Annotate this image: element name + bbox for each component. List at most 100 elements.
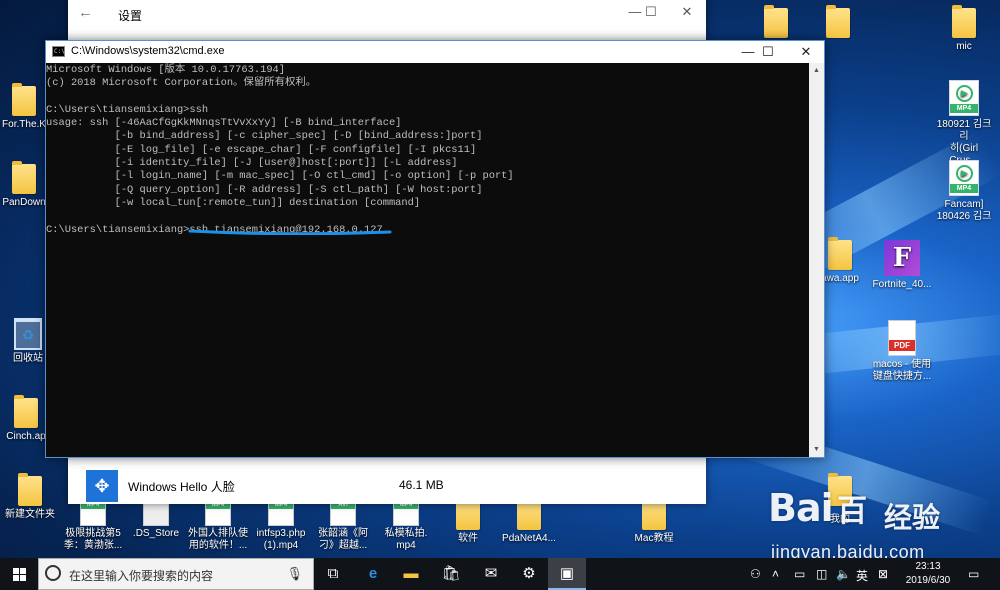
pdf-file-icon: PDF: [888, 320, 916, 356]
desktop-icon-label: mp4: [396, 540, 416, 551]
desktop-icon-video[interactable]: ▶ MP4 Fancam] 180426 김크: [934, 160, 994, 223]
terminal-line: usage: ssh [-46AaCfGgKkMNnqsTtVvXxYy] [-…: [46, 117, 402, 130]
desktop-icon-label: intfsp3.php: [256, 528, 306, 539]
terminal-line: [-i identity_file] [-J [user@]host[:port…: [46, 157, 458, 170]
desktop-icon-label: mic: [956, 41, 972, 52]
desktop-icon-folder[interactable]: 新建文件夹: [0, 473, 60, 521]
desktop-icon-folder[interactable]: 软件: [440, 497, 496, 545]
file-type-tag: MP4: [950, 104, 978, 113]
folder-icon: [952, 5, 976, 38]
installed-app-row[interactable]: ✥ Windows Hello 人脸 46.1 MB: [86, 470, 686, 502]
terminal-line: C:\Users\tiansemixiang>ssh tiansemixiang…: [46, 223, 383, 236]
desktop-icon-video[interactable]: ▶ MP4 180921 김크리 히(Girl Crus...: [934, 80, 994, 167]
desktop-icon-folder[interactable]: PdaNetA4...: [498, 497, 560, 545]
video-file-icon: ▶ MP4: [949, 80, 979, 116]
settings-title: 设置: [118, 9, 143, 23]
store-icon[interactable]: 🛍: [432, 558, 470, 590]
microphone-icon[interactable]: 🎙: [286, 566, 303, 582]
desktop-icon-folder[interactable]: [746, 5, 806, 41]
desktop-icon-fortnite[interactable]: F Fortnite_40...: [872, 240, 932, 291]
terminal-line: [-b bind_address] [-c cipher_spec] [-D […: [46, 130, 483, 143]
back-arrow-icon[interactable]: ←: [78, 4, 93, 21]
terminal-line: (c) 2018 Microsoft Corporation。保留所有权利。: [46, 77, 317, 90]
folder-icon: [18, 473, 42, 506]
edge-icon[interactable]: e: [354, 558, 392, 590]
desktop-icon-label: 键盘快捷方...: [872, 371, 932, 382]
windows-logo-icon: [13, 568, 26, 581]
settings-titlebar: ← 设置 — ☐ ✕: [68, 0, 706, 30]
desktop-icon-pdf[interactable]: PDF macos - 使用 键盘快捷方...: [872, 320, 932, 383]
maximize-button[interactable]: ☐: [636, 4, 666, 20]
desktop-icon-label: PdaNetA4...: [502, 533, 556, 544]
clock-date: 2019/6/30: [905, 575, 951, 586]
desktop-icon-label: (1).mp4: [263, 540, 299, 551]
app-name: Windows Hello 人脸: [128, 480, 235, 494]
battery-icon[interactable]: ▭: [794, 567, 805, 581]
terminal-line: [-E log_file] [-e escape_char] [-F confi…: [46, 143, 477, 156]
puzzle-icon: ✥: [86, 470, 118, 502]
watermark-logo: Bai: [768, 486, 834, 530]
highlight-underline: [188, 229, 392, 235]
desktop-icon-label: 新建文件夹: [5, 509, 55, 520]
folder-icon: [517, 497, 541, 530]
desktop-icon-label: 刁》超越...: [318, 540, 368, 551]
desktop-icon-label: 季：黄渤张...: [63, 540, 123, 551]
tray-chevron-icon[interactable]: ˄: [772, 567, 779, 581]
volume-icon[interactable]: 🔈: [836, 567, 851, 581]
terminal-line: [-w local_tun[:remote_tun]] destination …: [46, 196, 421, 209]
close-button[interactable]: ✕: [786, 43, 826, 61]
search-icon: [45, 565, 61, 581]
desktop-icon-video[interactable]: MP4 私模私拍. mp4: [378, 500, 434, 552]
notification-icon[interactable]: ▭: [968, 567, 979, 581]
folder-icon: [826, 5, 850, 38]
folder-icon: [12, 83, 36, 116]
cmd-titlebar[interactable]: C:\ C:\Windows\system32\cmd.exe — ☐ ✕: [46, 41, 824, 63]
desktop-icon-label: Mac教程: [634, 533, 674, 544]
desktop-icon-video[interactable]: AVI 张韶涵《阿 刁》超越...: [314, 500, 372, 552]
desktop-icon-label: 外国人排队使: [188, 528, 248, 539]
taskbar: 在这里输入你要搜索的内容 🎙 ⧉ e ▬ 🛍 ✉ ⚙ ▣ ⚇ ˄ ▭ ◫ 🔈 英…: [0, 558, 1000, 590]
file-explorer-icon[interactable]: ▬: [392, 558, 430, 590]
keyboard-icon[interactable]: ⊠: [878, 567, 888, 581]
desktop-icon-file[interactable]: .DS_Store: [128, 500, 184, 540]
play-icon: ▶: [956, 165, 973, 182]
folder-icon: [456, 497, 480, 530]
ime-indicator[interactable]: 英: [856, 567, 868, 584]
desktop-icon-folder[interactable]: mic: [934, 5, 994, 53]
scroll-up-icon[interactable]: ▲: [809, 63, 824, 78]
cmd-window: C:\ C:\Windows\system32\cmd.exe — ☐ ✕ Mi…: [45, 40, 825, 458]
maximize-button[interactable]: ☐: [748, 43, 788, 61]
video-file-icon: ▶ MP4: [949, 160, 979, 196]
scroll-down-icon[interactable]: ▼: [809, 442, 824, 457]
file-type-tag: MP4: [950, 184, 978, 193]
folder-icon: [14, 395, 38, 428]
clock[interactable]: 23:13 2019/6/30: [898, 560, 958, 588]
folder-icon: [642, 497, 666, 530]
terminal-output[interactable]: Microsoft Windows [版本 10.0.17763.194] (c)…: [46, 63, 810, 457]
cmd-title: C:\Windows\system32\cmd.exe: [71, 45, 225, 57]
people-icon[interactable]: ⚇: [750, 567, 761, 581]
terminal-line: C:\Users\tiansemixiang>ssh: [46, 103, 209, 116]
watermark-text: 经验: [884, 502, 941, 533]
clock-time: 23:13: [915, 561, 941, 572]
desktop-icon-video[interactable]: MP4 极限挑战第5 季：黄渤张...: [60, 500, 126, 552]
settings-gear-icon[interactable]: ⚙: [510, 558, 548, 590]
network-icon[interactable]: ◫: [816, 567, 827, 581]
recycle-bin-icon: ♻: [14, 318, 42, 350]
desktop-icon-label: 张韶涵《阿: [318, 528, 368, 539]
mail-icon[interactable]: ✉: [472, 558, 510, 590]
terminal-line: [-l login_name] [-m mac_spec] [-O ctl_cm…: [46, 170, 514, 183]
desktop-icon-folder[interactable]: [808, 5, 868, 41]
vertical-scrollbar[interactable]: ▲ ▼: [809, 63, 824, 457]
start-button[interactable]: [0, 558, 38, 590]
desktop-icon-video[interactable]: MP4 外国人排队使 用的软件！...: [184, 500, 252, 552]
desktop-icon-video[interactable]: MP4 intfsp3.php (1).mp4: [252, 500, 310, 552]
taskbar-search-box[interactable]: 在这里输入你要搜索的内容 🎙: [38, 558, 314, 590]
desktop-icon-label: macos - 使用: [872, 359, 932, 370]
desktop-icon-folder[interactable]: Mac教程: [626, 497, 682, 545]
watermark-logo-paw: 百: [837, 494, 867, 529]
cmd-taskbar-icon[interactable]: ▣: [548, 558, 586, 590]
close-button[interactable]: ✕: [672, 4, 702, 20]
task-view-icon[interactable]: ⧉: [314, 558, 352, 590]
